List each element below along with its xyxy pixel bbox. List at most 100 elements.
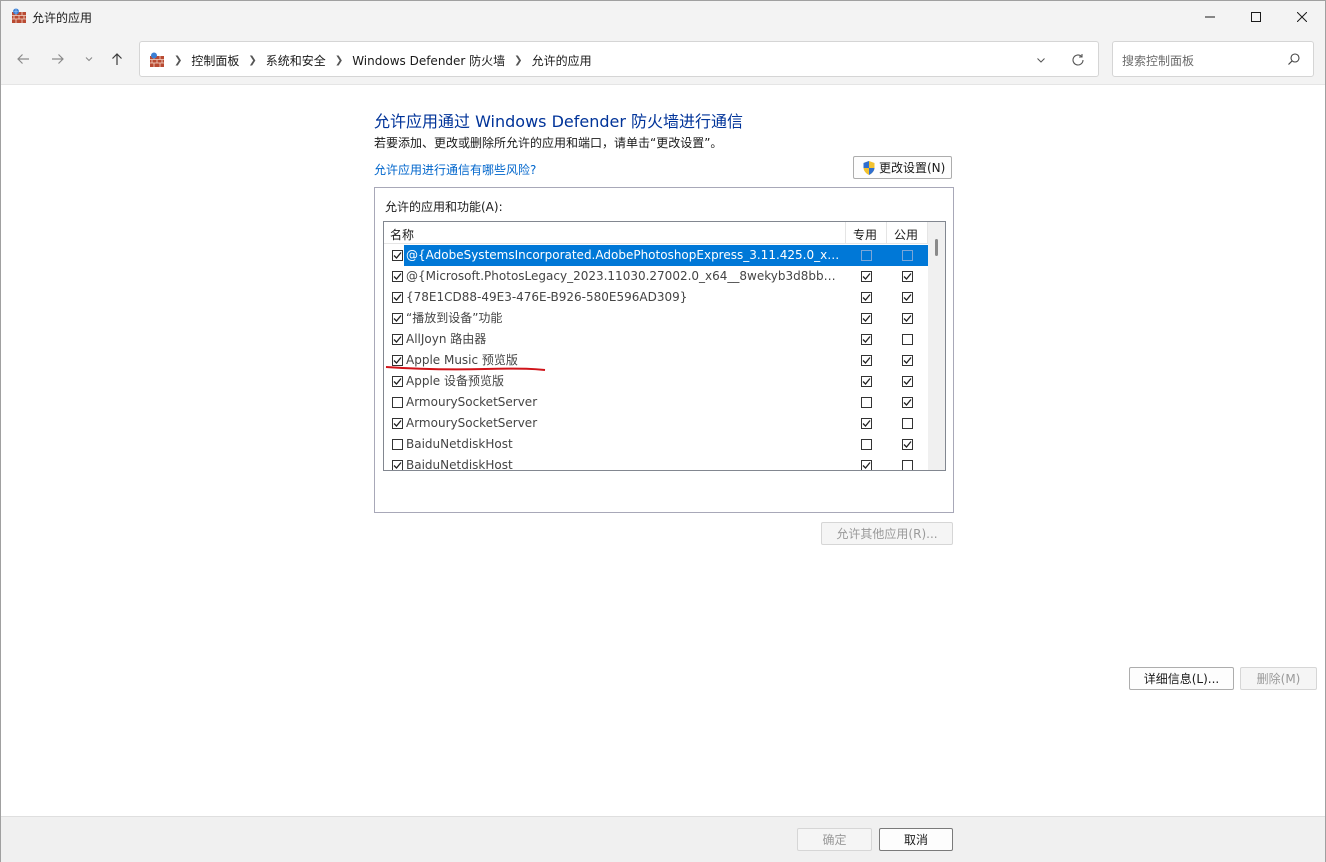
- list-rows: @{AdobeSystemsIncorporated.AdobePhotosho…: [384, 245, 928, 470]
- app-enabled-checkbox[interactable]: [392, 418, 403, 429]
- chevron-down-icon[interactable]: [1033, 52, 1049, 68]
- address-bar[interactable]: ❯ 控制面板 ❯ 系统和安全 ❯ Windows Defender 防火墙 ❯ …: [139, 41, 1099, 77]
- app-name: “播放到设备”功能: [406, 311, 503, 325]
- app-enabled-checkbox[interactable]: [392, 460, 403, 470]
- navigation-bar: ❯ 控制面板 ❯ 系统和安全 ❯ Windows Defender 防火墙 ❯ …: [1, 33, 1325, 85]
- column-divider[interactable]: [845, 222, 846, 244]
- table-row[interactable]: AllJoyn 路由器: [384, 329, 928, 350]
- breadcrumb-item[interactable]: Windows Defender 防火墙: [352, 52, 505, 69]
- chevron-right-icon[interactable]: ❯: [248, 55, 256, 66]
- breadcrumb: ❯ 控制面板 ❯ 系统和安全 ❯ Windows Defender 防火墙 ❯ …: [174, 52, 592, 69]
- breadcrumb-item[interactable]: 系统和安全: [266, 52, 326, 69]
- app-enabled-checkbox[interactable]: [392, 250, 403, 261]
- control-panel-icon: [149, 52, 165, 68]
- public-network-checkbox[interactable]: [902, 397, 913, 408]
- public-network-checkbox[interactable]: [902, 292, 913, 303]
- table-row[interactable]: “播放到设备”功能: [384, 308, 928, 329]
- app-enabled-checkbox[interactable]: [392, 313, 403, 324]
- scrollbar-thumb[interactable]: [935, 239, 938, 256]
- public-network-checkbox[interactable]: [902, 376, 913, 387]
- delete-button[interactable]: 删除(M): [1240, 667, 1317, 690]
- table-row[interactable]: @{AdobeSystemsIncorporated.AdobePhotosho…: [384, 245, 928, 266]
- app-enabled-checkbox[interactable]: [392, 334, 403, 345]
- private-network-checkbox[interactable]: [861, 313, 872, 324]
- private-network-checkbox[interactable]: [861, 418, 872, 429]
- private-network-checkbox[interactable]: [861, 334, 872, 345]
- column-header-public[interactable]: 公用: [894, 226, 918, 243]
- back-button[interactable]: [11, 47, 35, 71]
- minimize-button[interactable]: [1187, 1, 1233, 33]
- instruction-text: 若要添加、更改或删除所允许的应用和端口，请单击“更改设置”。: [374, 136, 723, 150]
- maximize-button[interactable]: [1233, 1, 1279, 33]
- table-row[interactable]: Apple 设备预览版: [384, 371, 928, 392]
- app-name: @{Microsoft.PhotosLegacy_2023.11030.2700…: [406, 269, 843, 283]
- private-network-checkbox[interactable]: [861, 271, 872, 282]
- private-network-checkbox[interactable]: [861, 355, 872, 366]
- details-button[interactable]: 详细信息(L)...: [1129, 667, 1234, 690]
- column-divider[interactable]: [886, 222, 887, 244]
- risk-help-link[interactable]: 允许应用进行通信有哪些风险?: [374, 161, 536, 178]
- chevron-right-icon[interactable]: ❯: [514, 55, 522, 66]
- table-row[interactable]: ArmourySocketServer: [384, 413, 928, 434]
- window-title: 允许的应用: [32, 11, 93, 25]
- public-network-checkbox[interactable]: [902, 460, 913, 470]
- firewall-icon: [11, 8, 27, 24]
- app-name: Apple 设备预览版: [406, 374, 504, 388]
- allowed-apps-window: 允许的应用 ❯ 控制面板 ❯ 系统和安全 ❯ Windows Defender …: [0, 0, 1326, 862]
- app-enabled-checkbox[interactable]: [392, 439, 403, 450]
- forward-button[interactable]: [46, 47, 70, 71]
- allowed-apps-list[interactable]: 名称 专用 公用 @{AdobeSystemsIncorporated.Adob…: [383, 221, 946, 471]
- app-name: @{AdobeSystemsIncorporated.AdobePhotosho…: [404, 246, 843, 265]
- public-network-checkbox[interactable]: [902, 334, 913, 345]
- allowed-apps-label: 允许的应用和功能(A):: [385, 200, 503, 214]
- private-network-checkbox[interactable]: [861, 292, 872, 303]
- list-header: 名称 专用 公用: [384, 222, 928, 244]
- allow-another-app-button[interactable]: 允许其他应用(R)...: [821, 522, 953, 545]
- column-header-private[interactable]: 专用: [853, 226, 877, 243]
- public-network-checkbox[interactable]: [902, 313, 913, 324]
- page-title: 允许应用通过 Windows Defender 防火墙进行通信: [374, 112, 744, 131]
- app-enabled-checkbox[interactable]: [392, 376, 403, 387]
- up-button[interactable]: [105, 47, 129, 71]
- public-network-checkbox[interactable]: [902, 355, 913, 366]
- recent-locations-button[interactable]: [77, 47, 101, 71]
- public-network-checkbox[interactable]: [902, 439, 913, 450]
- private-network-checkbox[interactable]: [861, 376, 872, 387]
- breadcrumb-item[interactable]: 允许的应用: [532, 52, 592, 69]
- refresh-icon[interactable]: [1069, 51, 1087, 69]
- app-enabled-checkbox[interactable]: [392, 397, 403, 408]
- app-enabled-checkbox[interactable]: [392, 292, 403, 303]
- ok-button[interactable]: 确定: [797, 828, 872, 851]
- breadcrumb-item[interactable]: 控制面板: [191, 52, 239, 69]
- app-name: {78E1CD88-49E3-476E-B926-580E596AD309}: [406, 290, 688, 304]
- search-icon[interactable]: [1287, 52, 1303, 68]
- list-scrollbar[interactable]: [928, 222, 945, 470]
- public-network-checkbox[interactable]: [902, 271, 913, 282]
- public-network-checkbox[interactable]: [902, 250, 913, 261]
- table-row[interactable]: BaiduNetdiskHost: [384, 434, 928, 455]
- app-enabled-checkbox[interactable]: [392, 271, 403, 282]
- close-button[interactable]: [1279, 1, 1325, 33]
- public-network-checkbox[interactable]: [902, 418, 913, 429]
- private-network-checkbox[interactable]: [861, 397, 872, 408]
- table-row[interactable]: ArmourySocketServer: [384, 392, 928, 413]
- private-network-checkbox[interactable]: [861, 439, 872, 450]
- chevron-right-icon[interactable]: ❯: [335, 55, 343, 66]
- column-header-name[interactable]: 名称: [390, 226, 414, 243]
- private-network-checkbox[interactable]: [861, 250, 872, 261]
- title-bar: 允许的应用: [1, 1, 1325, 33]
- change-settings-button[interactable]: 更改设置(N): [853, 156, 952, 179]
- app-name: ArmourySocketServer: [406, 395, 538, 409]
- table-row[interactable]: BaiduNetdiskHost: [384, 455, 928, 470]
- dialog-footer: 确定 取消: [1, 816, 1325, 862]
- search-input[interactable]: 搜索控制面板: [1112, 41, 1314, 77]
- change-settings-label: 更改设置(N): [879, 161, 946, 175]
- table-row[interactable]: @{Microsoft.PhotosLegacy_2023.11030.2700…: [384, 266, 928, 287]
- app-name: BaiduNetdiskHost: [406, 437, 513, 451]
- search-placeholder: 搜索控制面板: [1122, 54, 1195, 68]
- uac-shield-icon: [861, 160, 877, 176]
- table-row[interactable]: {78E1CD88-49E3-476E-B926-580E596AD309}: [384, 287, 928, 308]
- cancel-button[interactable]: 取消: [879, 828, 953, 851]
- private-network-checkbox[interactable]: [861, 460, 872, 470]
- chevron-right-icon[interactable]: ❯: [174, 55, 182, 66]
